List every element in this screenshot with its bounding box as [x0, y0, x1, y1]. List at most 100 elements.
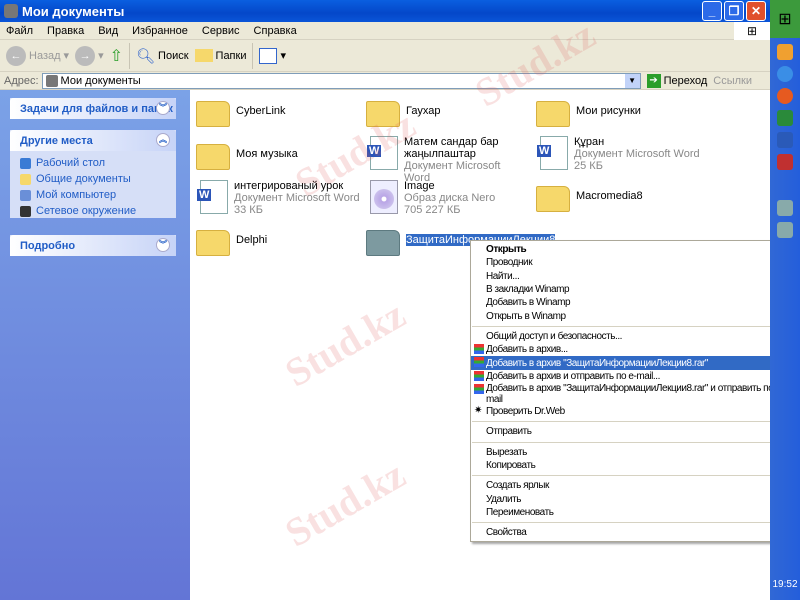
menu-explorer[interactable]: Проводник: [471, 256, 797, 269]
menu-tools[interactable]: Сервис: [202, 25, 240, 37]
menu-cut[interactable]: Вырезать: [471, 446, 797, 459]
up-folder-button[interactable]: ⇧: [110, 46, 123, 66]
menu-winamp-bookmark[interactable]: В закладки Winamp: [471, 283, 797, 296]
menu-create-shortcut[interactable]: Создать ярлык: [471, 479, 797, 492]
window-title: Мои документы: [22, 3, 125, 19]
menu-archive-rar-email[interactable]: Добавить в архив "ЗащитаИнформацииЛекции…: [471, 383, 797, 405]
menu-copy[interactable]: Копировать: [471, 459, 797, 472]
folder-icon: [196, 230, 230, 256]
views-icon: [259, 47, 278, 64]
links-toolbar[interactable]: Ссылки: [713, 75, 770, 87]
file-item[interactable]: Гаухар: [366, 95, 536, 127]
network-icon: [20, 205, 31, 217]
app-icon[interactable]: [777, 154, 793, 170]
file-item[interactable]: Моя музыка: [196, 138, 366, 170]
collapse-icon[interactable]: ︽: [156, 133, 170, 147]
back-arrow-icon: ←: [6, 45, 26, 66]
word-document-icon: [197, 180, 228, 214]
address-dropdown[interactable]: ▼: [624, 73, 640, 88]
start-button[interactable]: ⊞: [770, 0, 800, 38]
up-folder-icon: ⇧: [109, 47, 123, 65]
menu-file[interactable]: Файл: [6, 25, 33, 37]
back-button[interactable]: ← Назад ▾: [6, 45, 69, 66]
file-item[interactable]: CyberLink: [196, 95, 366, 127]
file-item[interactable]: Macromedia8: [536, 180, 706, 212]
menu-bar: Файл Правка Вид Избранное Сервис Справка…: [0, 22, 770, 40]
file-item[interactable]: ҚұранДокумент Microsoft Word25 КБ: [537, 136, 710, 172]
taskbar-button[interactable]: [777, 222, 793, 238]
link-my-computer[interactable]: Мой компьютер: [10, 187, 176, 203]
menu-favorites[interactable]: Избранное: [132, 25, 188, 37]
menu-rename[interactable]: Переименовать: [471, 506, 797, 519]
folder-icon: [196, 101, 230, 127]
quicklaunch-icon[interactable]: [777, 44, 793, 60]
menu-properties[interactable]: Свойства: [471, 526, 797, 539]
menu-edit[interactable]: Правка: [47, 25, 84, 37]
menu-add-archive-rar[interactable]: Добавить в архив "ЗащитаИнформацииЛекции…: [471, 356, 797, 370]
menu-winamp-add[interactable]: Добавить в Winamp: [471, 296, 797, 309]
menu-find[interactable]: Найти...: [471, 270, 797, 283]
menu-drweb-scan[interactable]: ✷ Проверить Dr.Web: [471, 405, 797, 418]
link-shared-documents[interactable]: Общие документы: [10, 171, 176, 187]
disc-image-icon: [370, 180, 398, 214]
clock: 19:52: [772, 579, 798, 590]
file-item[interactable]: Image Образ диска Nero 705 227 КБ: [370, 180, 540, 216]
close-button[interactable]: ✕: [746, 1, 766, 21]
menu-add-archive[interactable]: Добавить в архив...: [471, 343, 797, 356]
winrar-icon: [474, 370, 484, 381]
winrar-icon: [474, 344, 484, 355]
forward-button[interactable]: → ▾: [75, 45, 104, 66]
excel-icon[interactable]: [777, 110, 793, 126]
file-tasks-header[interactable]: Задачи для файлов и папок ︾: [10, 98, 176, 119]
my-documents-icon: [45, 74, 58, 87]
folder-icon: [20, 173, 31, 185]
file-item[interactable]: Delphi: [196, 224, 366, 256]
views-button[interactable]: ▾: [259, 47, 286, 64]
menu-archive-email[interactable]: Добавить в архив и отправить по e-mail..…: [471, 370, 797, 383]
menu-delete[interactable]: Удалить: [471, 492, 797, 505]
address-input[interactable]: Мои документы ▼: [41, 72, 641, 89]
word-icon[interactable]: [777, 132, 793, 148]
other-places-header[interactable]: Другие места ︽: [10, 130, 176, 151]
menu-view[interactable]: Вид: [98, 25, 118, 37]
menu-separator: [472, 325, 796, 327]
file-item[interactable]: Матем сандар бар жаңылпаштарДокумент Mic…: [367, 136, 540, 184]
context-menu: Открыть Проводник Найти... В закладки Wi…: [470, 240, 798, 543]
file-item[interactable]: Мои рисунки: [536, 95, 706, 127]
details-header[interactable]: Подробно ︾: [10, 235, 176, 256]
toolbar: ← Назад ▾ → ▾ ⇧ 🔍︎ Поиск Папки ▾: [0, 40, 770, 72]
windows-logo-icon: ⊞: [734, 22, 770, 40]
menu-winamp-open[interactable]: Открыть в Winamp: [471, 309, 797, 322]
computer-icon: [20, 189, 31, 201]
windows-logo-icon: ⊞: [778, 11, 792, 28]
folders-button[interactable]: Папки: [194, 49, 246, 62]
go-button[interactable]: ➔ Переход: [641, 73, 714, 88]
menu-sharing[interactable]: Общий доступ и безопасность...: [471, 330, 797, 343]
menu-help[interactable]: Справка: [254, 25, 297, 37]
address-bar: Адрес: Мои документы ▼ ➔ Переход Ссылки: [0, 72, 770, 90]
go-arrow-icon: ➔: [646, 73, 661, 88]
winrar-icon: [474, 357, 484, 368]
expand-icon[interactable]: ︾: [156, 101, 170, 115]
media-player-icon[interactable]: [777, 88, 793, 104]
minimize-button[interactable]: _: [702, 1, 722, 21]
file-item[interactable]: интегрированый урокДокумент Microsoft Wo…: [197, 180, 370, 216]
menu-open[interactable]: Открыть: [471, 243, 797, 256]
toolbar-divider: [129, 42, 130, 69]
menu-send-to[interactable]: Отправить▶: [471, 425, 797, 438]
internet-explorer-icon[interactable]: [777, 66, 793, 82]
title-bar[interactable]: Мои документы _ ❐ ✕: [0, 0, 770, 22]
restore-button[interactable]: ❐: [724, 1, 744, 21]
menu-separator: [472, 441, 796, 443]
folder-icon: [366, 101, 400, 127]
taskbar-button[interactable]: [777, 200, 793, 216]
expand-icon[interactable]: ︾: [156, 238, 170, 252]
menu-separator: [472, 522, 796, 524]
menu-separator: [472, 421, 796, 423]
link-network[interactable]: Сетевое окружение: [10, 203, 176, 219]
link-desktop[interactable]: Рабочий стол: [10, 155, 176, 171]
folder-icon: [536, 186, 570, 212]
search-button[interactable]: 🔍︎ Поиск: [136, 47, 189, 65]
drweb-spider-icon: ✷: [474, 404, 482, 416]
file-tasks-panel: Задачи для файлов и папок ︾: [10, 98, 176, 119]
